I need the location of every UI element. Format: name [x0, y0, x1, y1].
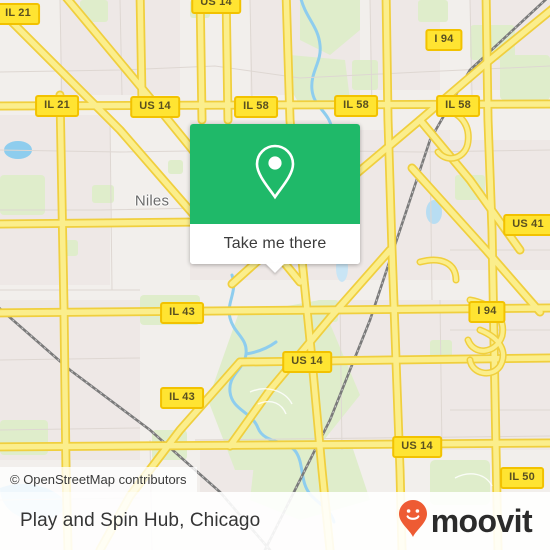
route-shield[interactable]: IL 21 — [35, 95, 79, 117]
route-shield[interactable]: IL 58 — [234, 96, 278, 118]
osm-attribution[interactable]: © OpenStreetMap contributors — [0, 467, 197, 492]
location-callout-card[interactable]: Take me there — [190, 124, 360, 273]
take-me-there-label: Take me there — [223, 235, 327, 252]
route-shield[interactable]: IL 43 — [160, 302, 204, 324]
map-place-label: Niles — [134, 192, 170, 210]
route-shield[interactable]: US 41 — [503, 214, 550, 236]
place-title: Play and Spin Hub, Chicago — [20, 510, 261, 531]
moovit-wordmark: moovit — [430, 503, 533, 539]
moovit-pin-smile-icon — [398, 499, 428, 544]
moovit-logo[interactable]: moovit — [398, 499, 533, 544]
route-shield[interactable]: IL 58 — [436, 95, 480, 117]
route-shield[interactable]: I 94 — [425, 29, 463, 51]
route-shield[interactable]: I 94 — [468, 301, 506, 323]
route-shield[interactable]: US 14 — [130, 96, 180, 118]
route-shield[interactable]: IL 43 — [160, 387, 204, 409]
route-shield[interactable]: IL 58 — [334, 95, 378, 117]
route-shield[interactable]: US 14 — [191, 0, 241, 14]
callout-header — [190, 124, 360, 224]
route-shield[interactable]: IL 21 — [0, 3, 40, 25]
footer-bar: Play and Spin Hub, Chicago moovit — [0, 492, 550, 550]
route-shield[interactable]: IL 50 — [500, 467, 544, 489]
location-pin-icon — [251, 142, 299, 207]
callout-action-bar[interactable]: Take me there — [190, 224, 360, 273]
route-shield[interactable]: US 14 — [392, 436, 442, 458]
route-shield[interactable]: US 14 — [282, 351, 332, 373]
moovit-map-screen: Niles IL 21 US 14 I 94 IL 21 US 14 IL 58… — [0, 0, 550, 550]
callout-tail-arrow — [265, 263, 285, 273]
